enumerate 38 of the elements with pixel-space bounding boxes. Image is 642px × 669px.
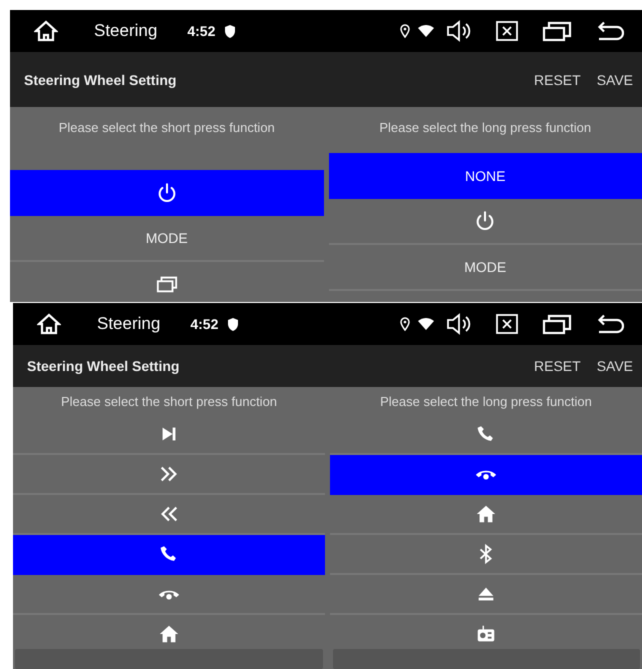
app-title: Steering xyxy=(97,314,160,334)
close-icon[interactable] xyxy=(496,314,518,334)
reset-button[interactable]: RESET xyxy=(534,358,581,374)
function-option[interactable]: NONE xyxy=(328,153,642,199)
volume-icon[interactable] xyxy=(446,19,472,43)
page-title: Steering Wheel Setting xyxy=(27,358,180,374)
wifi-icon xyxy=(418,318,434,330)
clock: 4:52 xyxy=(190,316,218,332)
power-icon xyxy=(474,210,496,232)
wifi-icon xyxy=(418,25,434,37)
power-icon xyxy=(156,182,178,204)
home-icon xyxy=(475,503,497,525)
recent-apps-icon[interactable] xyxy=(542,313,572,335)
page-title: Steering Wheel Setting xyxy=(24,72,176,88)
column-prompt: Please select the short press function xyxy=(60,394,278,408)
function-option[interactable] xyxy=(330,455,642,495)
column-prompt: Please select the long press function xyxy=(380,394,592,408)
volume-icon[interactable] xyxy=(446,312,472,336)
clock: 4:52 xyxy=(187,23,216,39)
location-icon xyxy=(400,24,410,38)
column-prompt: Please select the short press function xyxy=(58,120,275,134)
location-icon xyxy=(400,317,410,331)
close-icon[interactable] xyxy=(496,21,518,41)
back-icon[interactable] xyxy=(596,21,624,41)
recent-apps-icon[interactable] xyxy=(542,20,572,42)
save-button[interactable]: SAVE xyxy=(596,72,633,88)
home-icon xyxy=(158,623,180,645)
home-icon[interactable] xyxy=(34,20,58,42)
shield-icon xyxy=(228,318,238,330)
column-prompt: Please select the long press function xyxy=(379,120,592,134)
function-option[interactable] xyxy=(10,170,324,216)
function-option[interactable] xyxy=(13,535,325,575)
back-icon[interactable] xyxy=(596,314,624,334)
save-button[interactable]: SAVE xyxy=(596,358,633,374)
app-title: Steering xyxy=(94,21,158,41)
reset-button[interactable]: RESET xyxy=(534,72,581,88)
shield-icon xyxy=(225,24,236,38)
home-icon[interactable] xyxy=(37,313,61,335)
